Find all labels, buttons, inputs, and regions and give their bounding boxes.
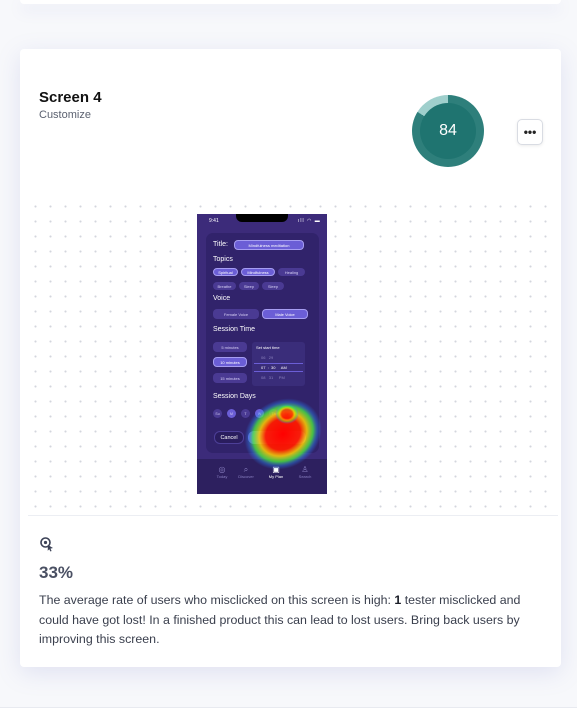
phone-start-time-label: Set start time <box>256 345 280 350</box>
phone-day-option: W <box>255 409 264 418</box>
screen-title: Screen 4 <box>39 89 102 106</box>
phone-time-picker: Set start time 06 29 07 : 30 AM 08 31 PM <box>252 342 305 386</box>
phone-duration-option: 15 minutes <box>213 373 247 383</box>
phone-title-input: Mindfulness meditation <box>234 240 304 250</box>
phone-notch <box>236 214 288 222</box>
phone-voice-option: Male Voice <box>262 309 308 319</box>
phone-tab-bar: ◎ Today ⌕ Discover ▣ My Plan ♙ Search <box>197 459 327 494</box>
phone-topic-chip: Healing <box>278 268 305 276</box>
phone-tab-search: ♙ Search <box>292 465 318 479</box>
phone-status-time: 9:41 <box>209 218 219 224</box>
phone-title-label: Title: <box>213 241 228 248</box>
phone-screenshot: 9:41 ıll ◠ ▬ Title: Mindfulness meditati… <box>197 214 327 494</box>
phone-status-icons: ıll ◠ ▬ <box>298 218 321 224</box>
phone-day-option: Su <box>213 409 222 418</box>
phone-time-row: 06 29 <box>261 355 274 360</box>
phone-time-row: 07 : 30 AM <box>261 365 287 370</box>
customize-panel: Title: Mindfulness meditation Topics Spi… <box>206 233 319 453</box>
phone-topic-chip: Sleep <box>239 282 259 290</box>
phone-topic-chip: Sleep <box>262 282 284 290</box>
phone-time-row: 08 31 PM <box>261 375 285 380</box>
screen-card: Screen 4 Customize 84 ••• 9:41 ıll ◠ ▬ T… <box>20 49 561 667</box>
phone-topic-chip: Spiritual <box>213 268 238 276</box>
phone-day-option: T <box>241 409 250 418</box>
screen-subtitle: Customize <box>39 109 91 121</box>
phone-session-time-label: Session Time <box>213 326 256 333</box>
phone-duration-option: 10 minutes <box>213 357 247 367</box>
user-icon: ♙ <box>301 465 309 474</box>
misclick-rate: 33% <box>39 563 74 582</box>
phone-session-days-label: Session Days <box>213 393 256 400</box>
misclick-cursor-icon <box>40 537 53 552</box>
sun-icon: ◎ <box>218 465 226 474</box>
search-icon: ⌕ <box>243 465 249 474</box>
calendar-icon: ▣ <box>272 465 280 474</box>
score-value: 84 <box>420 103 476 159</box>
phone-voice-label: Voice <box>213 295 231 302</box>
phone-cancel-button: Cancel <box>214 431 244 444</box>
score-ring: 84 <box>412 95 484 167</box>
phone-topic-chip: Mindfulness <box>241 268 275 276</box>
section-divider <box>28 515 558 516</box>
previous-card-edge <box>20 0 561 4</box>
phone-tab-discover: ⌕ Discover <box>233 465 259 479</box>
phone-day-option: F <box>283 409 292 418</box>
phone-tab-today: ◎ Today <box>209 465 235 479</box>
misclick-description: The average rate of users who misclicked… <box>39 593 521 646</box>
phone-topic-chip: Breathe <box>213 282 236 290</box>
phone-duration-option: 5 minutes <box>213 342 247 352</box>
phone-tab-my-plan: ▣ My Plan <box>263 465 289 479</box>
phone-topics-label: Topics <box>213 256 233 263</box>
more-options-button[interactable]: ••• <box>517 119 543 145</box>
phone-voice-option: Female Voice <box>213 309 259 319</box>
ellipsis-icon: ••• <box>523 125 537 139</box>
phone-day-option: M <box>227 409 236 418</box>
phone-day-option: Th <box>269 409 278 418</box>
phone-save-button <box>248 431 306 444</box>
